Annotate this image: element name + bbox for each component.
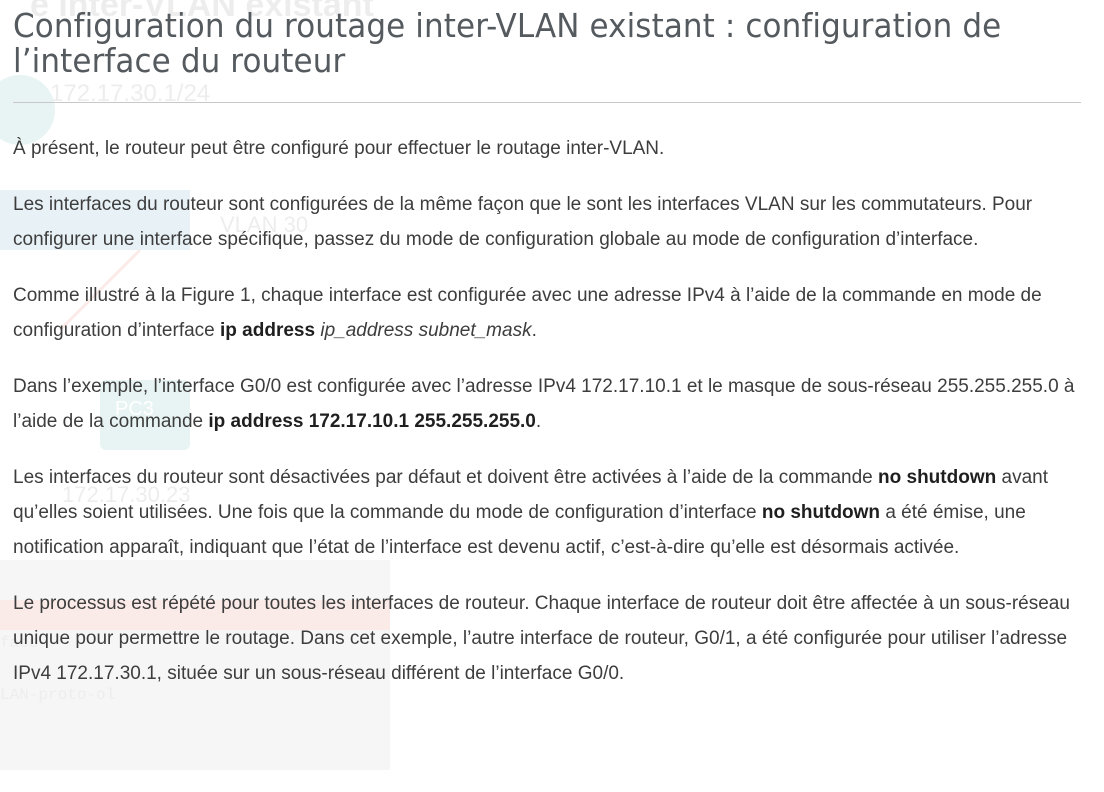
command-no-shutdown-1: no shutdown	[878, 467, 997, 488]
paragraph-example: Dans l’exemple, l’interface G0/0 est con…	[13, 369, 1083, 439]
title-divider	[13, 102, 1081, 103]
article: Configuration du routage inter-VLAN exis…	[13, 8, 1083, 691]
paragraph-intro: À présent, le routeur peut être configur…	[13, 138, 665, 159]
paragraph-ip-address-command: Comme illustré à la Figure 1, chaque int…	[13, 278, 1083, 348]
command-arguments: ip_address subnet_mask	[320, 320, 532, 341]
paragraph-no-shutdown: Les interfaces du routeur sont désactivé…	[13, 460, 1083, 565]
command-ip-address: ip address	[220, 320, 316, 341]
command-ip-address-example: ip address 172.17.10.1 255.255.255.0	[208, 411, 536, 432]
p5-text: Les interfaces du routeur sont désactivé…	[13, 467, 879, 488]
page-title: Configuration du routage inter-VLAN exis…	[13, 6, 1002, 80]
paragraph-process: Le processus est répété pour toutes les …	[13, 593, 1070, 684]
p3-end: .	[531, 320, 537, 341]
paragraph-interfaces: Les interfaces du routeur sont configuré…	[13, 194, 1033, 250]
p4-end: .	[535, 411, 542, 432]
p4-text: Dans l’exemple, l’interface G0/0 est con…	[13, 376, 1075, 432]
command-no-shutdown-2: no shutdown	[761, 502, 881, 523]
